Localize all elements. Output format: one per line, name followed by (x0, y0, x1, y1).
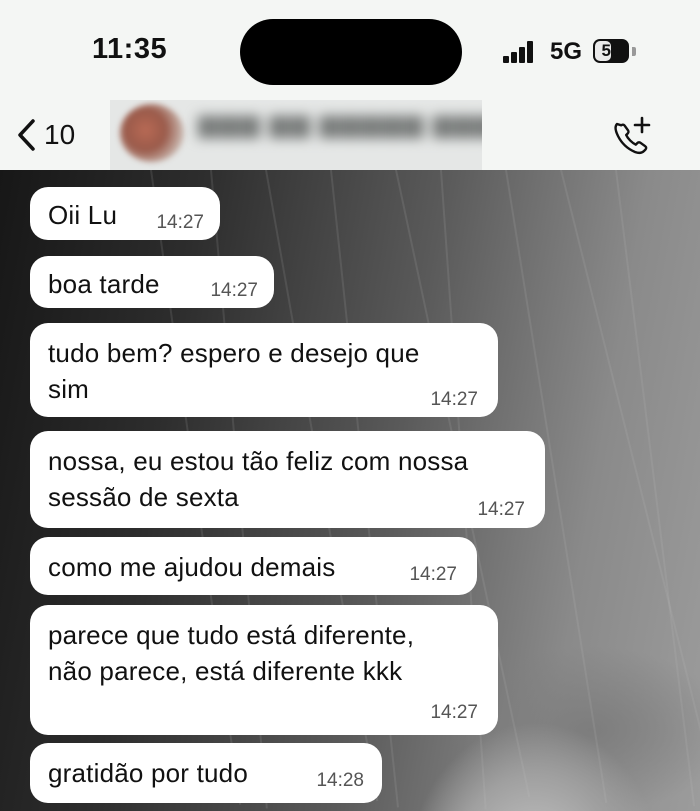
message-time: 14:27 (477, 499, 525, 520)
message-text: sessão de sexta (48, 482, 239, 512)
battery-level: 50 (601, 41, 621, 60)
chat-header: 10 ▆▆▆ ▆▆ ▆▆▆▆▆ ▆▆▆▆ (0, 100, 700, 170)
message-bubble[interactable]: gratidão por tudo 14:28 (30, 743, 382, 803)
back-button[interactable]: 10 (14, 114, 94, 156)
avatar (120, 104, 184, 162)
message-bubble[interactable]: como me ajudou demais 14:27 (30, 537, 477, 595)
status-time: 11:35 (92, 33, 168, 65)
message-text: sim (48, 374, 90, 404)
message-bubble[interactable]: tudo bem? espero e desejo que sim 14:27 (30, 323, 498, 417)
message-text: parece que tudo está diferente, (48, 620, 415, 650)
message-text: Oii Lu (48, 200, 118, 230)
unread-count: 10 (44, 119, 76, 150)
contact-info[interactable]: ▆▆▆ ▆▆ ▆▆▆▆▆ ▆▆▆▆ (110, 100, 482, 170)
message-time: 14:28 (316, 770, 364, 791)
contact-name-redacted: ▆▆▆ ▆▆ ▆▆▆▆▆ ▆▆▆▆ (198, 108, 482, 138)
message-text: tudo bem? espero e desejo que (48, 338, 420, 368)
message-text: como me ajudou demais (48, 552, 336, 582)
chevron-left-icon (18, 119, 35, 151)
chat-area[interactable]: Oii Lu 14:27 boa tarde 14:27 tudo bem? e… (0, 170, 700, 811)
message-time: 14:27 (409, 564, 457, 585)
message-bubble[interactable]: boa tarde 14:27 (30, 256, 274, 308)
battery-cap (632, 47, 636, 56)
dynamic-island (240, 19, 462, 85)
message-bubble[interactable]: parece que tudo está diferente, não pare… (30, 605, 498, 735)
message-bubble[interactable]: nossa, eu estou tão feliz com nossa sess… (30, 431, 545, 528)
message-time: 14:27 (430, 389, 478, 410)
message-text: não parece, está diferente kkk (48, 656, 403, 686)
call-button[interactable] (608, 114, 654, 158)
message-time: 14:27 (210, 280, 258, 301)
signal-icon (503, 41, 535, 63)
phone-add-icon (614, 116, 651, 155)
message-time: 14:27 (430, 702, 478, 723)
network-type: 5G (550, 38, 583, 65)
message-text: gratidão por tudo (48, 758, 248, 788)
battery-icon: 50 (593, 39, 629, 63)
message-bubble[interactable]: Oii Lu 14:27 (30, 187, 220, 240)
message-text: nossa, eu estou tão feliz com nossa (48, 446, 469, 476)
message-time: 14:27 (156, 212, 204, 233)
status-bar: 11:35 5G 50 (0, 0, 700, 100)
message-text: boa tarde (48, 269, 160, 299)
